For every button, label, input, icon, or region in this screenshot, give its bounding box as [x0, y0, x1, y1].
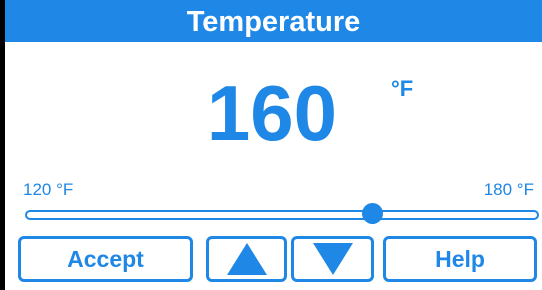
increase-button[interactable] — [206, 236, 287, 282]
slider-track[interactable] — [25, 210, 539, 220]
page-title: Temperature — [5, 0, 542, 42]
temperature-screen: Temperature 160 °F 120 °F 180 °F Accept … — [5, 0, 542, 290]
range-max-label: 180 °F — [483, 180, 534, 199]
arrow-down-icon — [312, 243, 353, 275]
decrease-button[interactable] — [291, 236, 374, 282]
accept-button[interactable]: Accept — [18, 236, 193, 282]
arrow-up-icon — [226, 243, 267, 275]
help-button[interactable]: Help — [383, 236, 537, 282]
range-min-label: 120 °F — [23, 180, 74, 199]
temperature-unit: °F — [391, 76, 414, 101]
temperature-value: 160 — [206, 69, 338, 157]
temperature-slider[interactable] — [25, 203, 539, 224]
slider-thumb[interactable] — [362, 203, 384, 224]
